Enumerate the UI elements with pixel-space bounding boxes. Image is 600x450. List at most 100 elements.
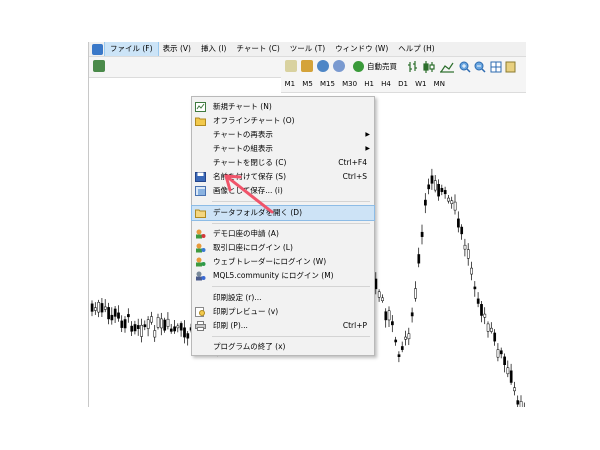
candle-body bbox=[179, 323, 183, 331]
navigator-icon[interactable] bbox=[301, 60, 313, 72]
menu-item-chart-profiles[interactable]: チャートの組表示 ▶ bbox=[192, 142, 374, 156]
candle-body bbox=[103, 306, 107, 310]
candle-body bbox=[417, 254, 421, 264]
candle-body bbox=[146, 319, 150, 329]
image-save-icon bbox=[195, 186, 206, 196]
candle-body bbox=[414, 288, 417, 299]
candle-body bbox=[100, 303, 104, 313]
autotrade-label: 自動売買 bbox=[367, 62, 397, 71]
candle-body bbox=[374, 278, 378, 290]
toolbar-icons-right bbox=[408, 61, 516, 73]
menu-item-login-mql5[interactable]: MQL5.community にログイン (M) bbox=[192, 269, 374, 283]
shortcut-text: Ctrl+F4 bbox=[338, 158, 367, 167]
timeframe-mn[interactable]: MN bbox=[430, 76, 448, 92]
timeframe-h1[interactable]: H1 bbox=[361, 76, 378, 92]
menu-separator bbox=[212, 286, 370, 287]
terminal-icon[interactable] bbox=[317, 60, 329, 72]
candle-body bbox=[480, 304, 483, 316]
shortcut-text: Ctrl+S bbox=[342, 172, 367, 181]
line-chart-icon bbox=[440, 62, 454, 73]
menu-insert[interactable]: 挿入 (I) bbox=[196, 42, 231, 56]
menu-item-demo-account[interactable]: デモ口座の申請 (A) bbox=[192, 227, 374, 241]
timeframe-m15[interactable]: M15 bbox=[316, 76, 338, 92]
autotrade-icon bbox=[353, 61, 364, 72]
candle-body bbox=[90, 303, 94, 312]
new-chart-icon[interactable] bbox=[93, 60, 105, 72]
menu-item-close-chart[interactable]: チャートを閉じる (C) Ctrl+F4 bbox=[192, 156, 374, 170]
menu-item-exit[interactable]: プログラムの終了 (x) bbox=[192, 340, 374, 354]
menu-item-login-webtrader[interactable]: ウェブトレーダーにログイン (W) bbox=[192, 255, 374, 269]
text-label-icon[interactable] bbox=[285, 60, 297, 72]
candle-body bbox=[473, 286, 477, 290]
candle-body bbox=[463, 244, 467, 250]
autotrade-button[interactable]: 自動売買 bbox=[351, 59, 401, 74]
menu-separator bbox=[212, 201, 370, 202]
candle-body bbox=[476, 298, 480, 304]
candle-body bbox=[120, 320, 124, 328]
timeframe-d1[interactable]: D1 bbox=[394, 76, 411, 92]
candle-body bbox=[509, 370, 513, 383]
candle-body bbox=[169, 328, 173, 332]
candle-body bbox=[450, 200, 454, 204]
bar-chart-icon bbox=[408, 61, 417, 72]
menu-item-print-setup[interactable]: 印刷設定 (r)... bbox=[192, 291, 374, 305]
candle-body bbox=[457, 218, 460, 228]
candle-body bbox=[384, 311, 388, 321]
candle-body bbox=[176, 325, 180, 329]
menu-item-print-preview[interactable]: 印刷プレビュー (v) bbox=[192, 305, 374, 319]
menu-file[interactable]: ファイル (F) bbox=[104, 42, 159, 57]
menu-bar: ファイル (F) 表示 (V) 挿入 (I) チャート (C) ツール (T) … bbox=[89, 42, 526, 57]
timeframe-m30[interactable]: M30 bbox=[339, 76, 361, 92]
menu-item-open-data-folder[interactable]: データフォルダを開く (D) bbox=[191, 205, 375, 221]
menu-item-login-trade-account[interactable]: 取引口座にログイン (L) bbox=[192, 241, 374, 255]
menu-view[interactable]: 表示 (V) bbox=[158, 42, 196, 56]
candle-body bbox=[156, 317, 160, 328]
zoom-in-icon bbox=[459, 61, 471, 73]
tile-windows-icon bbox=[490, 61, 502, 73]
folder-open-icon bbox=[195, 209, 206, 218]
submenu-arrow-icon: ▶ bbox=[365, 145, 370, 152]
candlestick-icon bbox=[423, 61, 435, 73]
new-chart-icon bbox=[195, 102, 206, 112]
menu-item-print[interactable]: 印刷 (P)... Ctrl+P bbox=[192, 319, 374, 333]
market-watch-icon[interactable] bbox=[333, 60, 345, 72]
menu-item-save-as[interactable]: 名前を付けて保存 (S) Ctrl+S bbox=[192, 170, 374, 184]
candle-body bbox=[173, 326, 176, 332]
candle-body bbox=[97, 302, 101, 313]
candle-body bbox=[460, 226, 464, 235]
candle-body bbox=[397, 354, 401, 358]
menu-item-new-chart[interactable]: 新規チャート (N) bbox=[192, 100, 374, 114]
candle-body bbox=[163, 319, 167, 331]
menu-separator bbox=[212, 336, 370, 337]
app-icon bbox=[92, 43, 103, 55]
timeframe-w1[interactable]: W1 bbox=[412, 76, 431, 92]
candle-body bbox=[394, 339, 398, 343]
timeframe-m1[interactable]: M1 bbox=[281, 76, 299, 92]
timeframe-h4[interactable]: H4 bbox=[378, 76, 395, 92]
candle-body bbox=[519, 401, 523, 407]
print-icon bbox=[195, 321, 206, 331]
menu-item-offline-chart[interactable]: オフラインチャート (O) bbox=[192, 114, 374, 128]
menu-tools[interactable]: ツール (T) bbox=[285, 42, 330, 56]
menu-help[interactable]: ヘルプ (H) bbox=[393, 42, 439, 56]
candle-body bbox=[516, 400, 520, 405]
candle-body bbox=[496, 349, 500, 358]
candle-body bbox=[130, 325, 134, 332]
candle-body bbox=[447, 197, 450, 202]
menu-chart[interactable]: チャート (C) bbox=[231, 42, 284, 56]
candle-body bbox=[127, 314, 130, 318]
menu-item-chart-refresh[interactable]: チャートの再表示 ▶ bbox=[192, 128, 374, 142]
candle-body bbox=[437, 183, 440, 197]
zoom-out-icon bbox=[474, 61, 486, 73]
shortcut-text: Ctrl+P bbox=[342, 321, 367, 330]
candle-body bbox=[420, 231, 424, 237]
menu-window[interactable]: ウィンドウ (W) bbox=[330, 42, 393, 56]
candle-body bbox=[153, 330, 157, 338]
toolbar: 自動売買 bbox=[89, 56, 526, 78]
menu-item-save-as-image[interactable]: 画像として保存... (i) bbox=[192, 184, 374, 198]
timeframe-m5[interactable]: M5 bbox=[299, 76, 317, 92]
candle-body bbox=[404, 336, 407, 340]
candle-body bbox=[183, 327, 186, 338]
candle-body bbox=[424, 199, 427, 206]
candle-body bbox=[166, 318, 170, 327]
